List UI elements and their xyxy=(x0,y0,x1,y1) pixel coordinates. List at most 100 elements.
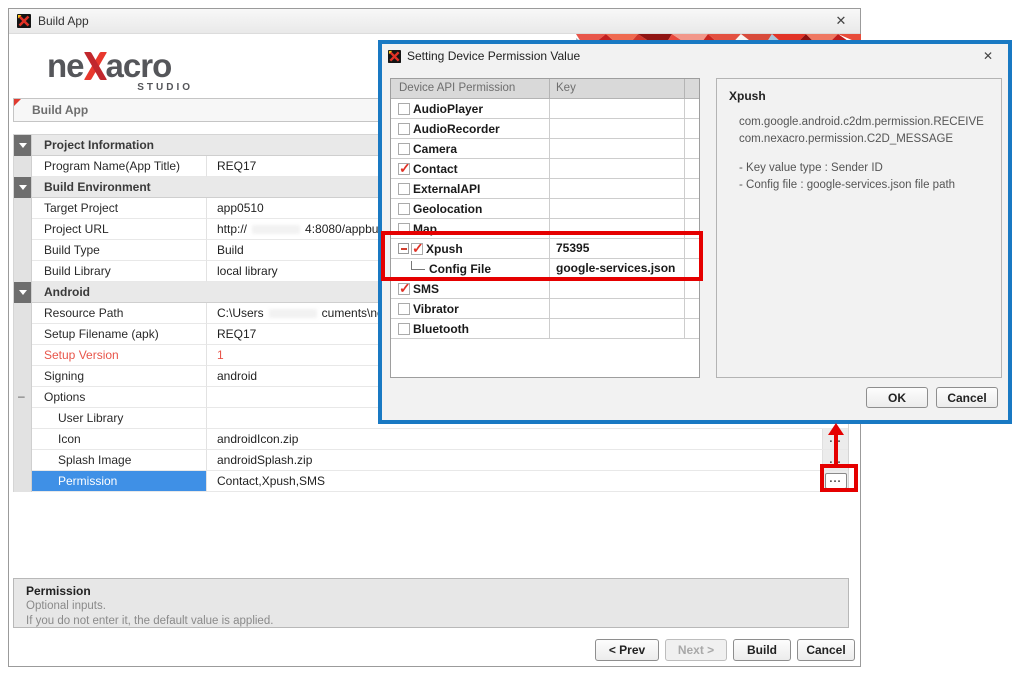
info-title: Xpush xyxy=(729,89,989,103)
permission-cell: AudioRecorder xyxy=(391,119,550,138)
next-button: Next > xyxy=(665,639,727,661)
annotation-highlight-ellipsis-button xyxy=(820,464,858,492)
permission-checkbox[interactable] xyxy=(398,183,410,195)
permission-key-cell[interactable] xyxy=(550,279,685,298)
row-extra-cell xyxy=(685,159,699,178)
permission-label: SMS xyxy=(413,282,439,296)
grid-row-splash-image[interactable]: Splash ImageandroidSplash.zip... xyxy=(14,450,848,471)
property-value[interactable]: androidSplash.zip... xyxy=(207,450,848,471)
permission-key-cell[interactable] xyxy=(550,159,685,178)
build-button[interactable]: Build xyxy=(733,639,791,661)
permission-table: Device API Permission Key AudioPlayerAud… xyxy=(390,78,700,378)
permission-key-cell[interactable] xyxy=(550,179,685,198)
logo-x-icon xyxy=(84,51,106,81)
row-extra-cell xyxy=(685,179,699,198)
dialog-close-button[interactable]: ✕ xyxy=(976,47,1000,65)
row-gutter xyxy=(14,135,32,156)
permission-row-sms[interactable]: SMS xyxy=(391,279,699,299)
grid-row-icon[interactable]: IconandroidIcon.zip... xyxy=(14,429,848,450)
permission-row-vibrator[interactable]: Vibrator xyxy=(391,299,699,319)
description-line: Optional inputs. xyxy=(26,599,836,614)
row-gutter xyxy=(14,345,32,366)
permission-row-contact[interactable]: Contact xyxy=(391,159,699,179)
logo-text-right: acro xyxy=(106,51,172,81)
property-value[interactable]: androidIcon.zip... xyxy=(207,429,848,450)
annotation-highlight-xpush-rows xyxy=(381,231,703,281)
dialog-title: Setting Device Permission Value xyxy=(407,49,580,63)
permission-checkbox[interactable] xyxy=(398,123,410,135)
permission-cell: Camera xyxy=(391,139,550,158)
permission-label: AudioRecorder xyxy=(413,122,500,136)
redacted-segment xyxy=(252,225,300,234)
row-gutter xyxy=(14,324,32,345)
description-line: If you do not enter it, the default valu… xyxy=(26,614,836,629)
permission-row-externalapi[interactable]: ExternalAPI xyxy=(391,179,699,199)
permission-row-audiorecorder[interactable]: AudioRecorder xyxy=(391,119,699,139)
window-title: Build App xyxy=(38,14,89,28)
window-close-button[interactable]: ✕ xyxy=(827,11,855,31)
row-extra-cell xyxy=(685,279,699,298)
property-name: Project URL xyxy=(32,219,207,240)
permission-key-cell[interactable] xyxy=(550,139,685,158)
permission-checkbox[interactable] xyxy=(398,283,410,295)
permission-cell: Bluetooth xyxy=(391,319,550,338)
permission-info-panel: Xpush com.google.android.c2dm.permission… xyxy=(716,78,1002,378)
dialog-buttons: OK Cancel xyxy=(866,387,998,408)
property-name: Splash Image xyxy=(32,450,207,471)
permission-checkbox[interactable] xyxy=(398,103,410,115)
property-name: Build Type xyxy=(32,240,207,261)
permission-key-cell[interactable] xyxy=(550,99,685,118)
property-name: Permission xyxy=(32,471,207,492)
permission-key-cell[interactable] xyxy=(550,319,685,338)
row-extra-cell xyxy=(685,139,699,158)
row-extra-cell xyxy=(685,99,699,118)
dialog-ok-button[interactable]: OK xyxy=(866,387,928,408)
permission-row-audioplayer[interactable]: AudioPlayer xyxy=(391,99,699,119)
permission-key-cell[interactable] xyxy=(550,299,685,318)
permission-label: Bluetooth xyxy=(413,322,469,336)
property-name: Resource Path xyxy=(32,303,207,324)
row-gutter xyxy=(14,198,32,219)
prev-button[interactable]: < Prev xyxy=(595,639,659,661)
dialog-titlebar: Setting Device Permission Value ✕ xyxy=(382,44,1008,68)
permission-cell: ExternalAPI xyxy=(391,179,550,198)
permission-row-bluetooth[interactable]: Bluetooth xyxy=(391,319,699,339)
permission-label: Vibrator xyxy=(413,302,459,316)
row-gutter xyxy=(14,303,32,324)
wizard-footer-buttons: < Prev Next > Build Cancel xyxy=(595,639,855,661)
permission-row-camera[interactable]: Camera xyxy=(391,139,699,159)
permission-label: ExternalAPI xyxy=(413,182,480,196)
permission-checkbox[interactable] xyxy=(398,323,410,335)
permission-key-cell[interactable] xyxy=(550,119,685,138)
value-prefix: http:// xyxy=(217,222,247,236)
permission-label: Geolocation xyxy=(413,202,482,216)
nexacro-app-icon xyxy=(17,14,31,28)
permission-checkbox[interactable] xyxy=(398,143,410,155)
permission-key-cell[interactable] xyxy=(550,199,685,218)
description-panel: Permission Optional inputs. If you do no… xyxy=(13,578,849,628)
cancel-button[interactable]: Cancel xyxy=(797,639,855,661)
permission-checkbox[interactable] xyxy=(398,203,410,215)
permission-row-geolocation[interactable]: Geolocation xyxy=(391,199,699,219)
section-marker-icon xyxy=(14,177,31,198)
row-extra-cell xyxy=(685,299,699,318)
permission-cell: Contact xyxy=(391,159,550,178)
property-name: Build Library xyxy=(32,261,207,282)
property-name: User Library xyxy=(32,408,207,429)
collapse-toggle[interactable] xyxy=(14,387,32,408)
info-line: com.google.android.c2dm.permission.RECEI… xyxy=(729,114,989,131)
permission-cell: AudioPlayer xyxy=(391,99,550,118)
row-gutter xyxy=(14,261,32,282)
permission-checkbox[interactable] xyxy=(398,303,410,315)
property-name: Options xyxy=(32,387,207,408)
row-gutter xyxy=(14,240,32,261)
info-line: com.nexacro.permission.C2D_MESSAGE xyxy=(729,131,989,148)
dialog-cancel-button[interactable]: Cancel xyxy=(936,387,998,408)
redacted-segment xyxy=(269,309,317,318)
window-titlebar: Build App xyxy=(9,9,860,34)
nexacro-dialog-icon xyxy=(388,50,401,63)
property-value[interactable]: Contact,Xpush,SMS... xyxy=(207,471,848,492)
row-gutter xyxy=(14,408,32,429)
grid-row-permission[interactable]: PermissionContact,Xpush,SMS... xyxy=(14,471,848,492)
permission-checkbox[interactable] xyxy=(398,163,410,175)
